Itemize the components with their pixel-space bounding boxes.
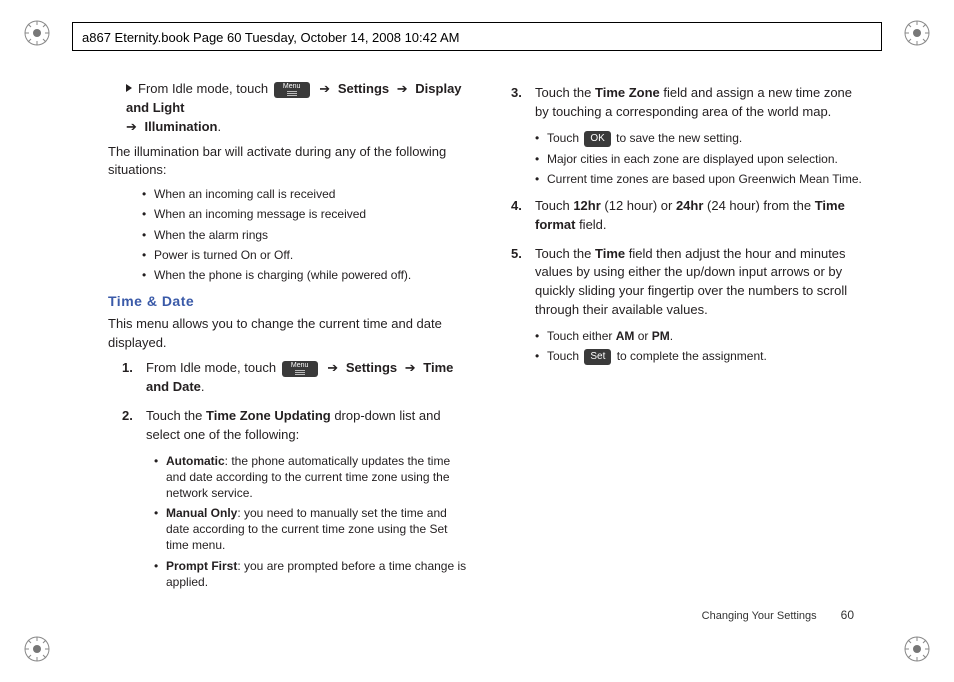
right-column: 3. Touch the Time Zone field and assign … [507, 80, 866, 612]
option-automatic: Automatic [166, 454, 225, 468]
list-item: Prompt First: you are prompted before a … [154, 558, 467, 590]
text: field. [575, 217, 606, 232]
step-4: 4. Touch 12hr (12 hour) or 24hr (24 hour… [511, 197, 866, 235]
breadcrumb-settings: Settings [338, 81, 389, 96]
text: . [217, 119, 221, 134]
text: Touch the [535, 246, 595, 261]
arrow-icon: ➔ [126, 118, 137, 137]
footer-section: Changing Your Settings [702, 610, 817, 622]
crop-mark-tick [881, 22, 882, 50]
text: to complete the assignment. [617, 349, 767, 363]
text: (12 hour) or [601, 198, 676, 213]
text: (24 hour) from the [703, 198, 814, 213]
page-footer: Changing Your Settings 60 [702, 608, 854, 622]
text: to save the new setting. [616, 131, 742, 145]
option-manual-only: Manual Only [166, 506, 237, 520]
steps-list-left: 1. From Idle mode, touch Menu ➔ Settings… [122, 359, 467, 590]
crop-header-text: a867 Eternity.book Page 60 Tuesday, Octo… [78, 30, 460, 45]
option-pm: PM [652, 329, 670, 343]
steps-list-right: 3. Touch the Time Zone field and assign … [511, 84, 866, 365]
list-item: Touch either AM or PM. [535, 328, 866, 344]
breadcrumb-illumination: Illumination [145, 119, 218, 134]
list-item: Power is turned On or Off. [142, 247, 467, 263]
list-item: Touch OK to save the new setting. [535, 130, 866, 147]
crop-mark-line [72, 22, 882, 23]
crop-screw-icon [902, 18, 932, 48]
step5-sub: Touch either AM or PM. Touch Set to comp… [535, 328, 866, 365]
option-prompt-first: Prompt First [166, 559, 237, 573]
arrow-icon: ➔ [319, 80, 330, 99]
arrow-icon: ➔ [327, 359, 338, 378]
menu-icon-label: Menu [291, 362, 309, 369]
intro-line: From Idle mode, touch Menu ➔ Settings ➔ … [126, 80, 467, 137]
field-time-zone-updating: Time Zone Updating [206, 408, 331, 423]
text: . [201, 379, 205, 394]
text: Touch [547, 131, 582, 145]
list-item: When an incoming message is received [142, 206, 467, 222]
step-5: 5. Touch the Time field then adjust the … [511, 245, 866, 365]
arrow-icon: ➔ [397, 80, 408, 99]
menu-bars-icon [287, 91, 297, 96]
option-24hr: 24hr [676, 198, 703, 213]
list-item: Manual Only: you need to manually set th… [154, 505, 467, 554]
list-item: Current time zones are based upon Greenw… [535, 171, 866, 187]
menu-icon: Menu [282, 361, 318, 377]
list-item: Automatic: the phone automatically updat… [154, 453, 467, 502]
menu-icon-label: Menu [283, 83, 301, 90]
text: Touch either [547, 329, 616, 343]
text: . [670, 329, 673, 343]
set-button-icon: Set [584, 349, 611, 365]
list-item: When the alarm rings [142, 227, 467, 243]
list-item: When an incoming call is received [142, 186, 467, 202]
option-am: AM [616, 329, 635, 343]
breadcrumb-settings: Settings [346, 360, 397, 375]
step-number: 4. [511, 197, 522, 216]
crop-screw-icon [22, 18, 52, 48]
ok-button-icon: OK [584, 131, 610, 147]
list-item: Major cities in each zone are displayed … [535, 151, 866, 167]
field-time-zone: Time Zone [595, 85, 660, 100]
text: Touch [547, 349, 582, 363]
crop-mark-tick [72, 22, 73, 50]
crop-screw-icon [902, 634, 932, 664]
tz-options: Automatic: the phone automatically updat… [154, 453, 467, 591]
list-item: When the phone is charging (while powere… [142, 267, 467, 283]
text: Touch the [146, 408, 206, 423]
illumination-intro: The illumination bar will activate durin… [108, 143, 467, 181]
menu-bars-icon [295, 370, 305, 375]
text: Touch the [535, 85, 595, 100]
caret-icon [126, 84, 132, 92]
text: From Idle mode, touch [146, 360, 280, 375]
page-content: From Idle mode, touch Menu ➔ Settings ➔ … [108, 80, 866, 612]
left-column: From Idle mode, touch Menu ➔ Settings ➔ … [108, 80, 467, 612]
step-3: 3. Touch the Time Zone field and assign … [511, 84, 866, 187]
text: or [634, 329, 651, 343]
crop-header: a867 Eternity.book Page 60 Tuesday, Octo… [78, 24, 876, 50]
option-12hr: 12hr [573, 198, 600, 213]
crop-mark-line [72, 50, 882, 51]
footer-page-number: 60 [841, 608, 854, 622]
field-time: Time [595, 246, 625, 261]
step-number: 3. [511, 84, 522, 103]
step3-sub: Touch OK to save the new setting. Major … [535, 130, 866, 187]
time-date-intro: This menu allows you to change the curre… [108, 315, 467, 353]
step-1: 1. From Idle mode, touch Menu ➔ Settings… [122, 359, 467, 397]
menu-icon: Menu [274, 82, 310, 98]
step-number: 5. [511, 245, 522, 264]
arrow-icon: ➔ [405, 359, 416, 378]
list-item: Touch Set to complete the assignment. [535, 348, 866, 365]
step-2: 2. Touch the Time Zone Updating drop-dow… [122, 407, 467, 590]
illumination-bullets: When an incoming call is received When a… [142, 186, 467, 283]
step-number: 1. [122, 359, 133, 378]
section-heading-time-date: Time & Date [108, 291, 467, 311]
step-number: 2. [122, 407, 133, 426]
text: From Idle mode, touch [138, 81, 272, 96]
crop-screw-icon [22, 634, 52, 664]
text: Touch [535, 198, 573, 213]
